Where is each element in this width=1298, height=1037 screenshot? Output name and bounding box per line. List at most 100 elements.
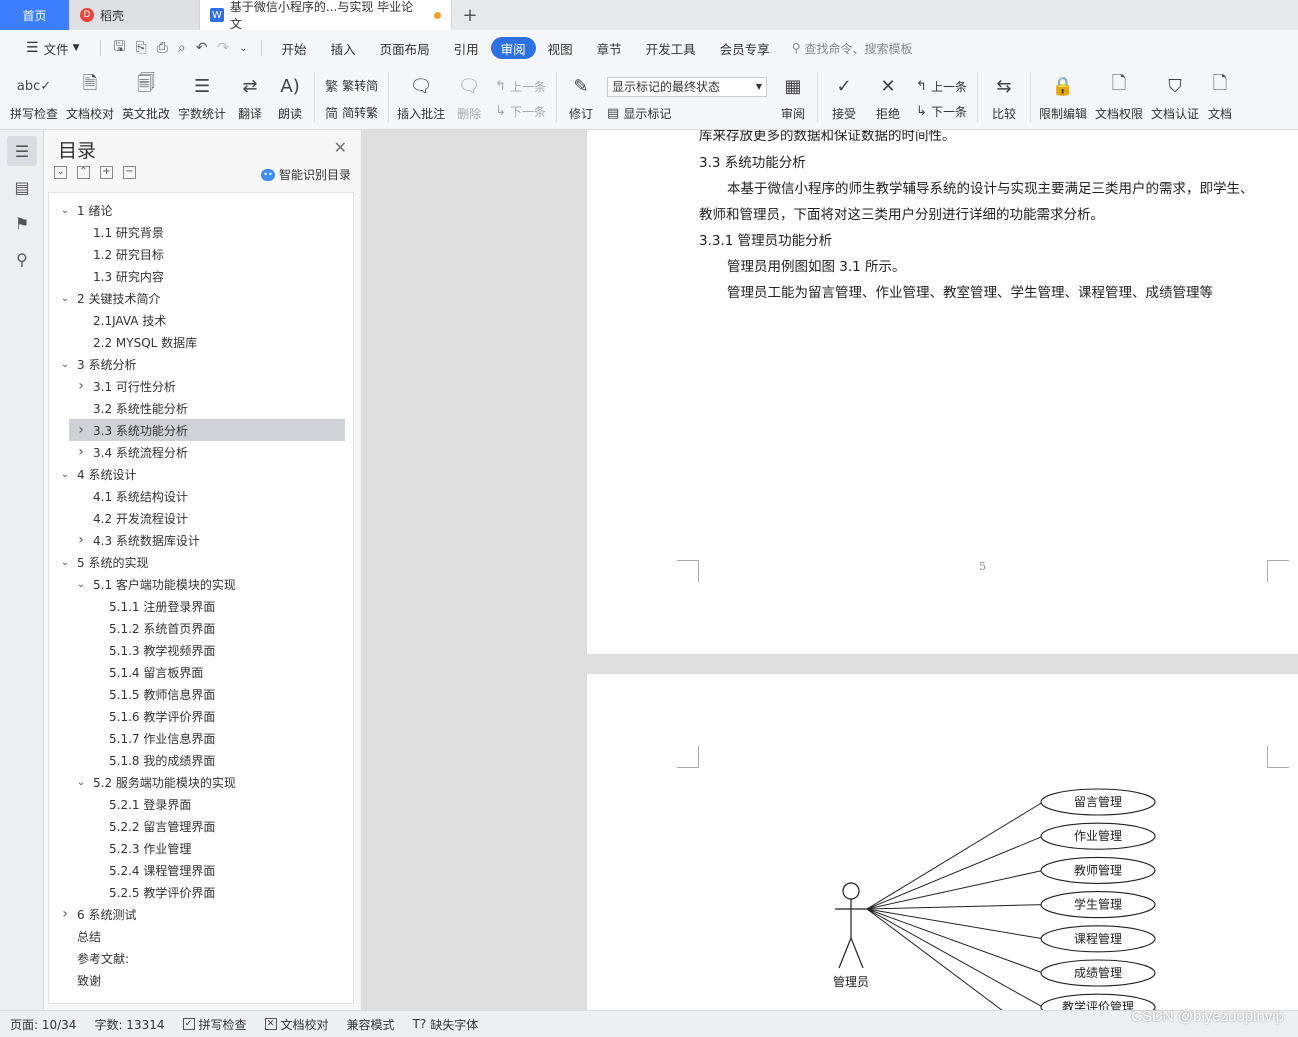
document-page[interactable]: 库来存放更多的数据和保证数据的时间性。 3.3 系统功能分析 本基于微信小程序的… <box>587 130 1298 654</box>
collapse-all-icon[interactable]: ⌃ <box>77 166 90 179</box>
show-markup-button[interactable]: ▤ 显示标记 <box>607 105 767 122</box>
expand-all-icon[interactable]: ⌄ <box>54 166 67 179</box>
next-revision-button[interactable]: ↳ 下一条 <box>916 103 967 120</box>
simp-to-trad-button[interactable]: 简简转繁 <box>325 103 378 122</box>
print-preview-icon[interactable]: ⌕ <box>173 40 191 56</box>
toc-item[interactable]: 5.1.4 留言板界面 <box>49 661 353 683</box>
chevron-right-icon[interactable]: › <box>57 906 73 922</box>
toc-item[interactable]: 5.2.5 教学评价界面 <box>49 881 353 903</box>
redo-icon[interactable]: ↷ <box>212 40 234 56</box>
toc-item[interactable]: 5.1.6 教学评价界面 <box>49 705 353 727</box>
trad-to-simp-button[interactable]: 繁繁转简 <box>325 76 378 95</box>
missing-font-button[interactable]: T? 缺失字体 <box>413 1016 479 1033</box>
reject-button[interactable]: ✕ 拒绝 <box>866 66 910 126</box>
toc-item[interactable]: 5.1.1 注册登录界面 <box>49 595 353 617</box>
chevron-down-icon[interactable]: ⌄ <box>73 777 89 788</box>
document-page[interactable]: 管理员 留言管理 作业管理 教师管理 学生管理 课程管理 成绩管理 教学评价管理 <box>587 674 1298 1010</box>
export-icon[interactable]: ⎘ <box>130 40 151 56</box>
toc-item[interactable]: 4.1 系统结构设计 <box>49 485 353 507</box>
status-spell-check[interactable]: ✓ 拼写检查 <box>182 1016 247 1033</box>
print-icon[interactable]: ⎙ <box>152 40 173 56</box>
chevron-down-icon[interactable]: ⌄ <box>57 359 73 370</box>
toc-item[interactable]: 4.2 开发流程设计 <box>49 507 353 529</box>
restrict-edit-button[interactable]: 🔒 限制编辑 <box>1035 66 1091 126</box>
toc-item[interactable]: ⌄ 3 系统分析 <box>49 353 353 375</box>
menu-chapter[interactable]: 章节 <box>585 37 634 59</box>
toc-item[interactable]: 1.3 研究内容 <box>49 265 353 287</box>
chevron-right-icon[interactable]: › <box>73 422 89 438</box>
toc-item[interactable]: ⌄ 1 绪论 <box>49 199 353 221</box>
toc-item[interactable]: ⌄ 5.1 客户端功能模块的实现 <box>49 573 353 595</box>
toc-item[interactable]: 5.2.3 作业管理 <box>49 837 353 859</box>
file-menu[interactable]: ☰ 文件 ▼ <box>14 37 92 59</box>
accept-button[interactable]: ✓ 接受 <box>822 66 866 126</box>
toc-item[interactable]: ⌄ 5.2 服务端功能模块的实现 <box>49 771 353 793</box>
tab-daoke[interactable]: D 稻壳 <box>70 0 200 30</box>
toc-item[interactable]: 2.1JAVA 技术 <box>49 309 353 331</box>
toc-item[interactable]: ⌄ 2 关键技术简介 <box>49 287 353 309</box>
remove-icon[interactable]: − <box>123 166 136 179</box>
more-doc-button[interactable]: 🗋 文档 <box>1203 66 1237 126</box>
toc-item[interactable]: 参考文献: <box>49 947 353 969</box>
menu-start[interactable]: 开始 <box>270 37 319 59</box>
tab-home[interactable]: 首页 <box>0 0 70 30</box>
delete-comment-button[interactable]: 🗨 删除 <box>449 66 489 126</box>
certify-button[interactable]: ⛉ 文档认证 <box>1147 66 1203 126</box>
toc-item[interactable]: 5.2.1 登录界面 <box>49 793 353 815</box>
toc-item[interactable]: 5.1.8 我的成绩界面 <box>49 749 353 771</box>
chevron-down-icon[interactable]: ⌄ <box>57 557 73 568</box>
undo-icon[interactable]: ↶ <box>191 40 213 56</box>
close-icon[interactable]: ✕ <box>334 138 347 157</box>
toc-item[interactable]: ⌄ 5 系统的实现 <box>49 551 353 573</box>
review-pane-button[interactable]: ▦ 审阅 <box>773 66 813 126</box>
toc-item[interactable]: › 4.3 系统数据库设计 <box>49 529 353 551</box>
chevron-down-icon[interactable]: ⌄ <box>57 293 73 304</box>
toc-item[interactable]: 1.1 研究背景 <box>49 221 353 243</box>
toc-item[interactable]: › 3.3 系统功能分析 <box>69 419 345 441</box>
chevron-down-icon[interactable]: ⌄ <box>57 205 73 216</box>
new-tab-button[interactable]: + <box>452 0 488 30</box>
toc-item[interactable]: 致谢 <box>49 969 353 991</box>
word-count-indicator[interactable]: 字数: 13314 <box>94 1016 164 1033</box>
toc-item[interactable]: 5.2.2 留言管理界面 <box>49 815 353 837</box>
add-icon[interactable]: + <box>100 166 113 179</box>
customize-icon[interactable]: ⌄ <box>234 43 252 54</box>
doc-check-button[interactable]: 🗎 文档校对 <box>62 66 118 126</box>
chevron-down-icon[interactable]: ⌄ <box>57 469 73 480</box>
word-count-button[interactable]: ☰ 字数统计 <box>174 66 230 126</box>
toc-item[interactable]: › 3.1 可行性分析 <box>49 375 353 397</box>
status-doc-check[interactable]: ✕ 文档校对 <box>264 1016 329 1033</box>
toc-item[interactable]: › 6 系统测试 <box>49 903 353 925</box>
english-review-button[interactable]: 🗐 英文批改 <box>118 66 174 126</box>
toc-item[interactable]: 5.1.3 教学视频界面 <box>49 639 353 661</box>
bookmark-icon[interactable]: ⚑ <box>7 208 37 238</box>
menu-references[interactable]: 引用 <box>442 37 491 59</box>
insert-comment-button[interactable]: 🗨 插入批注 <box>393 66 449 126</box>
prev-revision-button[interactable]: ↰ 上一条 <box>916 78 967 95</box>
menu-layout[interactable]: 页面布局 <box>368 37 442 59</box>
toc-item[interactable]: 5.2.4 课程管理界面 <box>49 859 353 881</box>
permission-button[interactable]: 🗋 文档权限 <box>1091 66 1147 126</box>
revise-button[interactable]: ✎ 修订 <box>561 66 601 126</box>
toc-item[interactable]: 5.1.2 系统首页界面 <box>49 617 353 639</box>
toc-item[interactable]: › 3.4 系统流程分析 <box>49 441 353 463</box>
menu-developer[interactable]: 开发工具 <box>634 37 708 59</box>
toc-item[interactable]: 总结 <box>49 925 353 947</box>
outline-icon[interactable]: ▤ <box>7 172 37 202</box>
compare-button[interactable]: ⇆ 比较 <box>982 66 1026 126</box>
chevron-right-icon[interactable]: › <box>73 378 89 394</box>
toc-item[interactable]: 3.2 系统性能分析 <box>49 397 353 419</box>
chevron-right-icon[interactable]: › <box>73 532 89 548</box>
prev-comment-button[interactable]: ↰ 上一条 <box>495 78 546 95</box>
search-icon[interactable]: ⚲ <box>7 244 37 274</box>
markup-state-select[interactable]: 显示标记的最终状态 ▼ <box>607 76 768 97</box>
toc-item[interactable]: 1.2 研究目标 <box>49 243 353 265</box>
next-comment-button[interactable]: ↳ 下一条 <box>495 103 546 120</box>
toc-icon[interactable]: ☰ <box>7 136 37 166</box>
toc-item[interactable]: 5.1.5 教师信息界面 <box>49 683 353 705</box>
smart-toc-button[interactable]: •• 智能识别目录 <box>260 166 351 183</box>
read-aloud-button[interactable]: A) 朗读 <box>270 66 310 126</box>
tab-document[interactable]: W 基于微信小程序的...与实现 毕业论文 <box>200 0 452 31</box>
compat-mode[interactable]: 兼容模式 <box>347 1016 395 1033</box>
toc-item[interactable]: ⌄ 4 系统设计 <box>49 463 353 485</box>
